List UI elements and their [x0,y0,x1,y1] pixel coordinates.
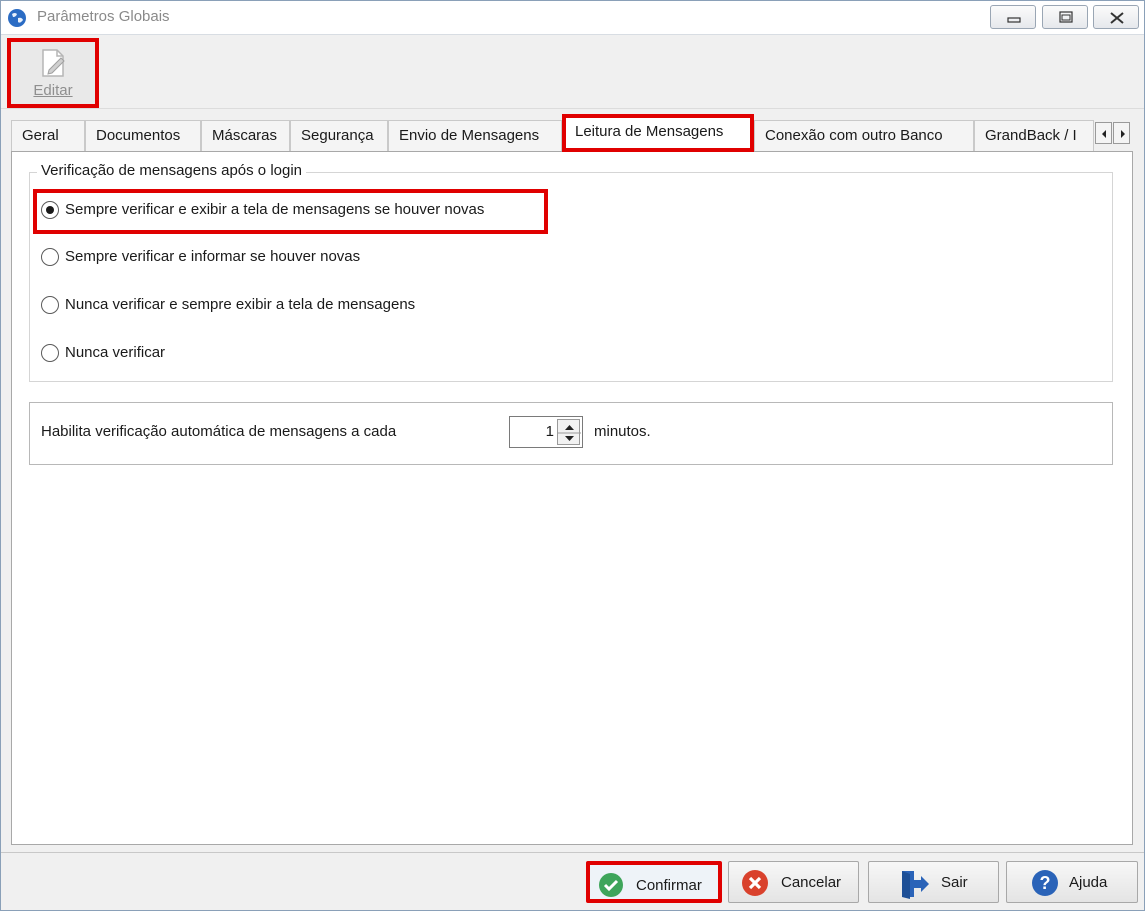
cancel-button-label: Cancelar [781,874,842,891]
radio-button-selected[interactable] [41,201,59,219]
arrow-right-icon [1121,130,1125,138]
close-icon [1110,12,1124,24]
tab-strip: Geral Documentos Máscaras Segurança Envi… [11,114,1135,152]
tab-scroll-right-button[interactable] [1113,122,1130,144]
tab-geral[interactable]: Geral [11,120,85,151]
close-button[interactable] [1093,5,1139,29]
minutes-spin-edit[interactable]: 1 [509,416,583,448]
radio-button[interactable] [41,344,59,362]
tab-grandback[interactable]: GrandBack / I [974,120,1094,151]
tab-seguranca[interactable]: Segurança [290,120,388,151]
radio-label-always-show: Sempre verificar e exibir a tela de mens… [65,201,485,218]
tab-conexao-com-outro-banco[interactable]: Conexão com outro Banco [754,120,974,151]
svg-text:?: ? [1040,873,1051,893]
radio-label-never-check: Nunca verificar [65,344,166,361]
radio-button[interactable] [41,296,59,314]
parametros-globais-window: Parâmetros Globais Editar Geral Document… [0,0,1145,911]
exit-button-label: Sair [941,874,968,891]
check-circle-icon [599,873,623,897]
edit-button-label: Editar [33,82,73,99]
help-button-label: Ajuda [1069,874,1108,891]
cancel-button[interactable]: Cancelar [728,861,859,903]
window-title: Parâmetros Globais [37,8,170,25]
radio-button[interactable] [41,248,59,266]
spin-buttons[interactable] [557,419,581,445]
minutes-value[interactable]: 1 [510,423,554,440]
exit-door-icon [902,871,929,899]
spin-up-down-icon [558,425,581,441]
confirm-button[interactable]: Confirmar [586,861,722,903]
minimize-button[interactable] [990,5,1036,29]
minutes-unit-label: minutos. [594,423,651,440]
globe-app-icon [8,9,26,27]
restore-icon [1059,11,1073,23]
toolbar: Editar [1,35,1144,109]
radio-dot [46,206,54,214]
title-bar: Parâmetros Globais [1,1,1144,35]
help-button[interactable]: ? Ajuda [1006,861,1138,903]
arrow-left-icon [1102,130,1106,138]
auto-check-label: Habilita verificação automática de mensa… [41,423,397,440]
minimize-icon [1007,17,1021,23]
tab-mascaras[interactable]: Máscaras [201,120,290,151]
message-check-legend: Verificação de mensagens após o login [37,162,307,179]
radio-label-always-inform: Sempre verificar e informar se houver no… [65,248,361,265]
tab-scroll-left-button[interactable] [1095,122,1112,144]
radio-label-never-check-show: Nunca verificar e sempre exibir a tela d… [65,296,416,313]
tab-envio-de-mensagens[interactable]: Envio de Mensagens [388,120,562,151]
cancel-x-icon [742,870,768,896]
tab-leitura-de-mensagens[interactable]: Leitura de Mensagens [562,114,754,152]
exit-button[interactable]: Sair [868,861,999,903]
tab-documentos[interactable]: Documentos [85,120,201,151]
confirm-button-label: Confirmar [636,877,702,894]
edit-document-icon [42,49,65,77]
restore-button[interactable] [1042,5,1088,29]
help-question-icon: ? [1032,870,1058,896]
edit-button[interactable]: Editar [7,38,99,108]
